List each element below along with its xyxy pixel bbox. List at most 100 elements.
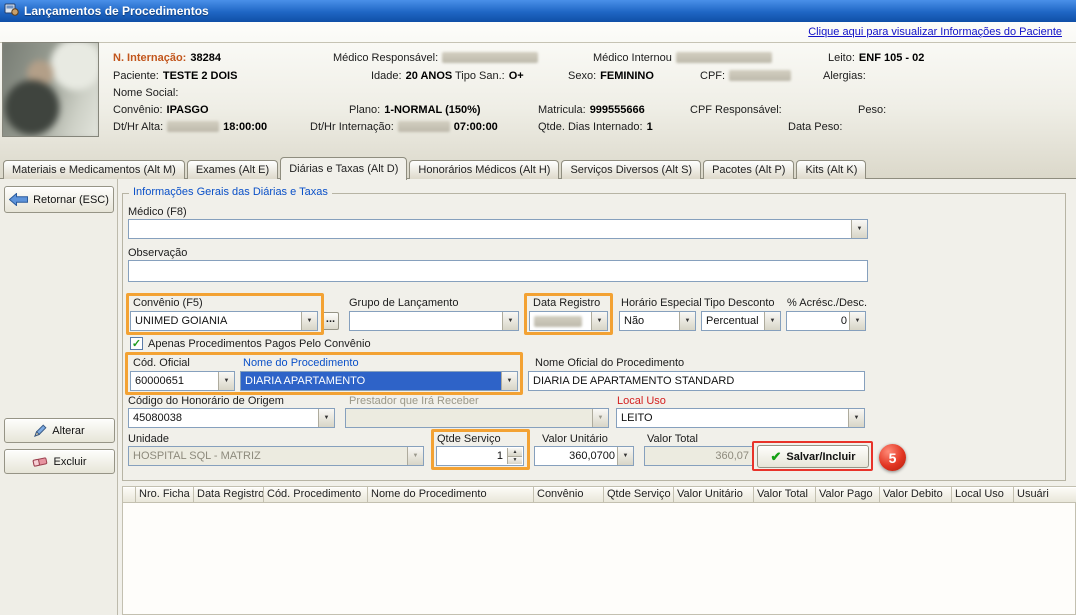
- tab-servicos-diversos[interactable]: Serviços Diversos (Alt S): [561, 160, 701, 179]
- grid-col-valor-total[interactable]: Valor Total: [754, 486, 816, 503]
- grid-body-empty[interactable]: [122, 503, 1076, 615]
- dropdown-arrow-icon[interactable]: ▼: [764, 312, 780, 330]
- valor-total-field: 360,07: [644, 446, 754, 466]
- grid-col-valor-unitario[interactable]: Valor Unitário: [674, 486, 754, 503]
- salvar-incluir-button[interactable]: ✔ Salvar/Incluir: [757, 445, 869, 468]
- spin-up-icon[interactable]: ▲: [507, 448, 522, 456]
- medico-select[interactable]: ▼: [128, 219, 868, 239]
- acresc-desc-select[interactable]: 0 ▼: [786, 311, 866, 331]
- field-paciente: Paciente: TESTE 2 DOIS: [113, 69, 237, 82]
- tab-materiais-medicamentos[interactable]: Materiais e Medicamentos (Alt M): [3, 160, 185, 179]
- nome-oficial-input[interactable]: DIARIA DE APARTAMENTO STANDARD: [528, 371, 865, 391]
- tab-kits[interactable]: Kits (Alt K): [796, 160, 866, 179]
- field-medico-internou: Médico Internou: [593, 51, 772, 64]
- grid-col-indicator[interactable]: [122, 486, 136, 503]
- alterar-label: Alterar: [52, 425, 84, 437]
- patient-info-link[interactable]: Clique aqui para visualizar Informações …: [808, 26, 1062, 38]
- convenio-select[interactable]: UNIMED GOIANIA ▼: [130, 311, 318, 331]
- valor-unitario-select[interactable]: 360,0700 ▼: [534, 446, 634, 466]
- grid-col-usuario[interactable]: Usuári: [1014, 486, 1076, 503]
- grid-col-data-registro[interactable]: Data Registro: [194, 486, 264, 503]
- excluir-button[interactable]: Excluir: [4, 449, 115, 474]
- unidade-select: HOSPITAL SQL - MATRIZ ▼: [128, 446, 424, 466]
- dropdown-arrow-icon[interactable]: ▼: [301, 312, 317, 330]
- grid-col-cod-procedimento[interactable]: Cód. Procedimento: [264, 486, 368, 503]
- cod-oficial-select[interactable]: 60000651 ▼: [130, 371, 235, 391]
- medico-label: Médico (F8): [128, 206, 187, 218]
- horario-especial-label: Horário Especial: [621, 297, 702, 309]
- apenas-pagos-checkbox-row: ✓ Apenas Procedimentos Pagos Pelo Convên…: [130, 337, 371, 350]
- qtde-servico-stepper[interactable]: 1 ▲▼: [436, 446, 524, 466]
- alterar-button[interactable]: Alterar: [4, 418, 115, 443]
- field-dt-hr-alta: Dt/Hr Alta: 18:00:00: [113, 120, 267, 133]
- grid-col-convenio[interactable]: Convênio: [534, 486, 604, 503]
- dropdown-arrow-icon: ▼: [592, 409, 608, 427]
- tipo-desconto-label: Tipo Desconto: [704, 297, 775, 309]
- dropdown-arrow-icon[interactable]: ▼: [679, 312, 695, 330]
- grid-col-valor-debito[interactable]: Valor Debito: [880, 486, 952, 503]
- horario-especial-select[interactable]: Não ▼: [619, 311, 696, 331]
- dropdown-arrow-icon[interactable]: ▼: [218, 372, 234, 390]
- apenas-pagos-checkbox[interactable]: ✓: [130, 337, 143, 350]
- cod-honorario-select[interactable]: 45080038 ▼: [128, 408, 335, 428]
- nome-procedimento-select[interactable]: DIARIA APARTAMENTO ▼: [240, 371, 518, 391]
- checkmark-icon: ✓: [132, 339, 141, 349]
- field-convenio-header: Convênio: IPASGO: [113, 103, 209, 116]
- convenio-browse-button[interactable]: ...: [322, 312, 339, 330]
- grid-header: Nro. Ficha Data Registro Cód. Procedimen…: [122, 486, 1076, 503]
- grupo-lancamento-label: Grupo de Lançamento: [349, 297, 458, 309]
- field-tipo-sanguineo: Tipo San.: O+: [455, 69, 524, 82]
- dropdown-arrow-icon[interactable]: ▼: [501, 372, 517, 390]
- field-qtde-dias-internado: Qtde. Dias Internado: 1: [538, 120, 653, 133]
- window-title: Lançamentos de Procedimentos: [24, 4, 209, 18]
- grid-col-valor-pago[interactable]: Valor Pago: [816, 486, 880, 503]
- tab-pacotes[interactable]: Pacotes (Alt P): [703, 160, 794, 179]
- procedures-window: Lançamentos de Procedimentos Clique aqui…: [0, 0, 1076, 615]
- acresc-desc-label: % Acrésc./Desc.: [787, 297, 867, 309]
- cod-honorario-label: Código do Honorário de Origem: [128, 395, 284, 407]
- tab-diarias-taxas[interactable]: Diárias e Taxas (Alt D): [280, 157, 407, 180]
- tab-exames[interactable]: Exames (Alt E): [187, 160, 278, 179]
- dropdown-arrow-icon[interactable]: ▼: [591, 312, 607, 330]
- grid-col-local-uso[interactable]: Local Uso: [952, 486, 1014, 503]
- dropdown-arrow-icon[interactable]: ▼: [848, 409, 864, 427]
- grid-col-qtde-servico[interactable]: Qtde Serviço: [604, 486, 674, 503]
- spinner-buttons: ▲▼: [507, 448, 522, 464]
- qtde-servico-label: Qtde Serviço: [437, 433, 501, 445]
- dropdown-arrow-icon[interactable]: ▼: [502, 312, 518, 330]
- dropdown-arrow-icon: ▼: [407, 447, 423, 465]
- patient-header: [0, 22, 1076, 178]
- convenio-f5-label: Convênio (F5): [133, 297, 203, 309]
- grid-col-nro-ficha[interactable]: Nro. Ficha: [136, 486, 194, 503]
- unidade-label: Unidade: [128, 433, 169, 445]
- dropdown-arrow-icon[interactable]: ▼: [318, 409, 334, 427]
- group-title: Informações Gerais das Diárias e Taxas: [129, 186, 332, 198]
- title-bar: Lançamentos de Procedimentos: [0, 0, 1076, 22]
- pencil-icon: [34, 424, 47, 437]
- tipo-desconto-select[interactable]: Percentual ▼: [701, 311, 781, 331]
- app-icon: [4, 2, 19, 20]
- dropdown-arrow-icon[interactable]: ▼: [851, 220, 867, 238]
- field-plano: Plano: 1-NORMAL (150%): [349, 103, 481, 116]
- tab-honorarios-medicos[interactable]: Honorários Médicos (Alt H): [409, 160, 559, 179]
- field-peso: Peso:: [858, 103, 886, 116]
- cod-oficial-label: Cód. Oficial: [133, 357, 190, 369]
- field-matricula: Matricula: 999555666: [538, 103, 645, 116]
- dropdown-arrow-icon[interactable]: ▼: [617, 447, 633, 465]
- observacao-input[interactable]: [128, 260, 868, 282]
- field-medico-responsavel: Médico Responsável:: [333, 51, 538, 64]
- spin-down-icon[interactable]: ▼: [507, 456, 522, 465]
- retornar-button[interactable]: Retornar (ESC): [4, 186, 114, 213]
- valor-total-label: Valor Total: [647, 433, 698, 445]
- grid-col-nome-procedimento[interactable]: Nome do Procedimento: [368, 486, 534, 503]
- field-cpf-responsavel: CPF Responsável:: [690, 103, 782, 116]
- grupo-lancamento-select[interactable]: ▼: [349, 311, 519, 331]
- retornar-label: Retornar (ESC): [33, 194, 109, 206]
- patient-photo-blurred: [2, 42, 99, 137]
- field-sexo: Sexo: FEMININO: [568, 69, 654, 82]
- local-uso-select[interactable]: LEITO ▼: [616, 408, 865, 428]
- header-separator: [0, 42, 1076, 43]
- data-registro-select[interactable]: ▼: [529, 311, 608, 331]
- prestador-label: Prestador que Irá Receber: [349, 395, 479, 407]
- dropdown-arrow-icon[interactable]: ▼: [849, 312, 865, 330]
